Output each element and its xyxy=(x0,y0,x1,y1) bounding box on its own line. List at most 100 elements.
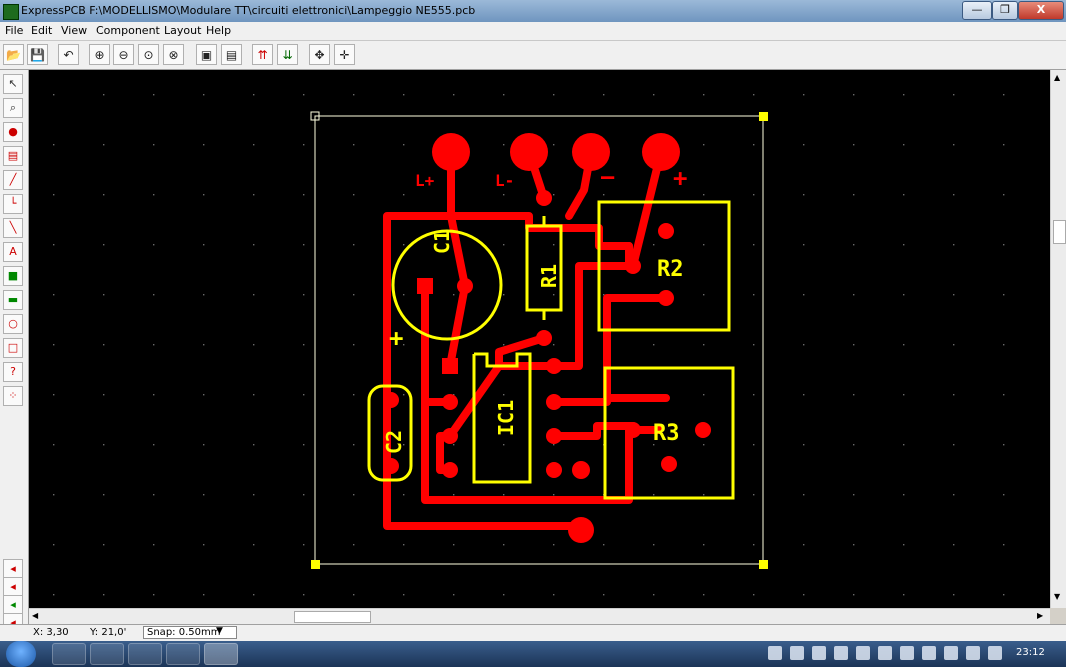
pad[interactable] xyxy=(658,290,674,306)
pad[interactable] xyxy=(546,358,562,374)
undo-button[interactable]: ↶ xyxy=(58,44,79,65)
pad[interactable] xyxy=(432,133,470,171)
pad[interactable] xyxy=(695,422,711,438)
menu-view[interactable]: View xyxy=(61,24,87,37)
scroll-right-arrow-icon[interactable]: ▶ xyxy=(1037,611,1043,620)
layer-bottom-toggle[interactable]: ◂ xyxy=(3,577,23,597)
snap-value: Snap: 0.50mm xyxy=(147,627,221,638)
scroll-left-arrow-icon[interactable]: ◀ xyxy=(32,611,38,620)
minimize-button[interactable]: — xyxy=(962,1,992,20)
tray-icon[interactable] xyxy=(856,646,870,660)
pad[interactable] xyxy=(658,223,674,239)
tray-icon[interactable] xyxy=(790,646,804,660)
flag-icon[interactable] xyxy=(900,646,914,660)
pad[interactable] xyxy=(457,278,473,294)
pad[interactable] xyxy=(625,258,641,274)
component-properties-button[interactable]: ▤ xyxy=(221,44,242,65)
vertical-scrollbar[interactable]: ▲ ▼ xyxy=(1050,70,1066,608)
pad[interactable] xyxy=(536,330,552,346)
volume-icon[interactable] xyxy=(812,646,826,660)
signal-icon[interactable] xyxy=(988,646,1002,660)
right-angle-trace-tool[interactable]: └ xyxy=(3,194,23,214)
file-explorer-icon[interactable] xyxy=(90,643,124,665)
outline-corner-handle[interactable] xyxy=(759,560,768,569)
title-bar: ExpressPCB F:\MODELLISMO\Modulare TT\cir… xyxy=(0,0,1066,22)
pad[interactable] xyxy=(383,458,399,474)
circle-tool[interactable]: ○ xyxy=(3,314,23,334)
open-file-button[interactable]: 📂 xyxy=(3,44,24,65)
pad[interactable] xyxy=(661,456,677,472)
pointer-tool[interactable]: ↖ xyxy=(3,74,23,94)
snap-dropdown[interactable]: Snap: 0.50mm xyxy=(143,626,238,639)
tray-icon[interactable] xyxy=(878,646,892,660)
outline-corner-handle[interactable] xyxy=(311,560,320,569)
zoom-in-button[interactable]: ⊕ xyxy=(89,44,110,65)
outline-corner-handle[interactable] xyxy=(759,112,768,121)
save-file-button[interactable]: 💾 xyxy=(27,44,48,65)
pad[interactable] xyxy=(568,517,594,543)
pad[interactable] xyxy=(510,133,548,171)
pad[interactable] xyxy=(546,428,562,444)
scroll-up-arrow-icon[interactable]: ▲ xyxy=(1054,73,1060,82)
pad[interactable] xyxy=(442,462,458,478)
pad[interactable] xyxy=(442,358,458,374)
menu-edit[interactable]: Edit xyxy=(31,24,52,37)
chevron-down-icon[interactable]: ▼ xyxy=(216,626,223,636)
menu-layout[interactable]: Layout xyxy=(164,24,201,37)
center-button[interactable]: ✛ xyxy=(334,44,355,65)
top-layer-button[interactable]: ⇈ xyxy=(252,44,273,65)
fill-tool[interactable]: ▬ xyxy=(3,290,23,310)
maximize-button[interactable]: ❐ xyxy=(992,1,1018,20)
tray-icon[interactable] xyxy=(944,646,958,660)
zoom-out-button[interactable]: ⊖ xyxy=(113,44,134,65)
layer-swap-tool[interactable]: ■ xyxy=(3,266,23,286)
pad[interactable] xyxy=(546,394,562,410)
diagonal-trace-tool[interactable]: ╲ xyxy=(3,218,23,238)
menu-help[interactable]: Help xyxy=(206,24,231,37)
zoom-fit-button[interactable]: ⊙ xyxy=(138,44,159,65)
horizontal-scrollbar[interactable]: ◀ ▶ xyxy=(29,608,1050,625)
media-player-icon[interactable] xyxy=(128,643,162,665)
horizontal-scroll-thumb[interactable] xyxy=(294,611,371,623)
pcb-canvas[interactable]: L+ L- — + C1 + R1 R2 R3 IC1 C2 xyxy=(29,70,1050,608)
query-tool[interactable]: ? xyxy=(3,362,23,382)
start-button[interactable] xyxy=(6,641,36,667)
tray-icon[interactable] xyxy=(768,646,782,660)
internet-explorer-icon[interactable] xyxy=(52,643,86,665)
scroll-down-arrow-icon[interactable]: ▼ xyxy=(1054,592,1060,601)
clock[interactable]: 23:12 xyxy=(1016,647,1045,658)
menu-component[interactable]: Component xyxy=(96,24,160,37)
c2-label: C2 xyxy=(382,430,406,454)
pad[interactable] xyxy=(442,428,458,444)
tray-icon[interactable] xyxy=(834,646,848,660)
network-icon[interactable] xyxy=(966,646,980,660)
speaker-icon[interactable] xyxy=(922,646,936,660)
pad-tool[interactable]: ● xyxy=(3,122,23,142)
pad[interactable] xyxy=(383,392,399,408)
pad[interactable] xyxy=(625,422,641,438)
pad[interactable] xyxy=(442,394,458,410)
vertical-scroll-thumb[interactable] xyxy=(1053,220,1066,244)
net-tool[interactable]: ⁘ xyxy=(3,386,23,406)
zoom-previous-button[interactable]: ⊗ xyxy=(163,44,184,65)
rectangle-tool[interactable]: □ xyxy=(3,338,23,358)
menu-file[interactable]: File xyxy=(5,24,23,37)
text-tool[interactable]: A xyxy=(3,242,23,262)
pad[interactable] xyxy=(417,278,433,294)
move-button[interactable]: ✥ xyxy=(309,44,330,65)
pad[interactable] xyxy=(546,462,562,478)
trace-tool[interactable]: ╱ xyxy=(3,170,23,190)
component-tool[interactable]: ▤ xyxy=(3,146,23,166)
c1-label: C1 xyxy=(430,230,454,254)
layer-top-toggle[interactable]: ◂ xyxy=(3,559,23,579)
close-button[interactable]: X xyxy=(1018,1,1064,20)
pad[interactable] xyxy=(572,461,590,479)
window-title: ExpressPCB F:\MODELLISMO\Modulare TT\cir… xyxy=(21,4,476,17)
layer-silk-toggle[interactable]: ◂ xyxy=(3,595,23,615)
properties-button[interactable]: ▣ xyxy=(196,44,217,65)
pad[interactable] xyxy=(536,190,552,206)
bottom-layer-button[interactable]: ⇊ xyxy=(277,44,298,65)
expresspcb-taskbar-icon[interactable] xyxy=(204,643,238,665)
firefox-icon[interactable] xyxy=(166,643,200,665)
zoom-tool[interactable]: ⌕ xyxy=(3,98,23,118)
